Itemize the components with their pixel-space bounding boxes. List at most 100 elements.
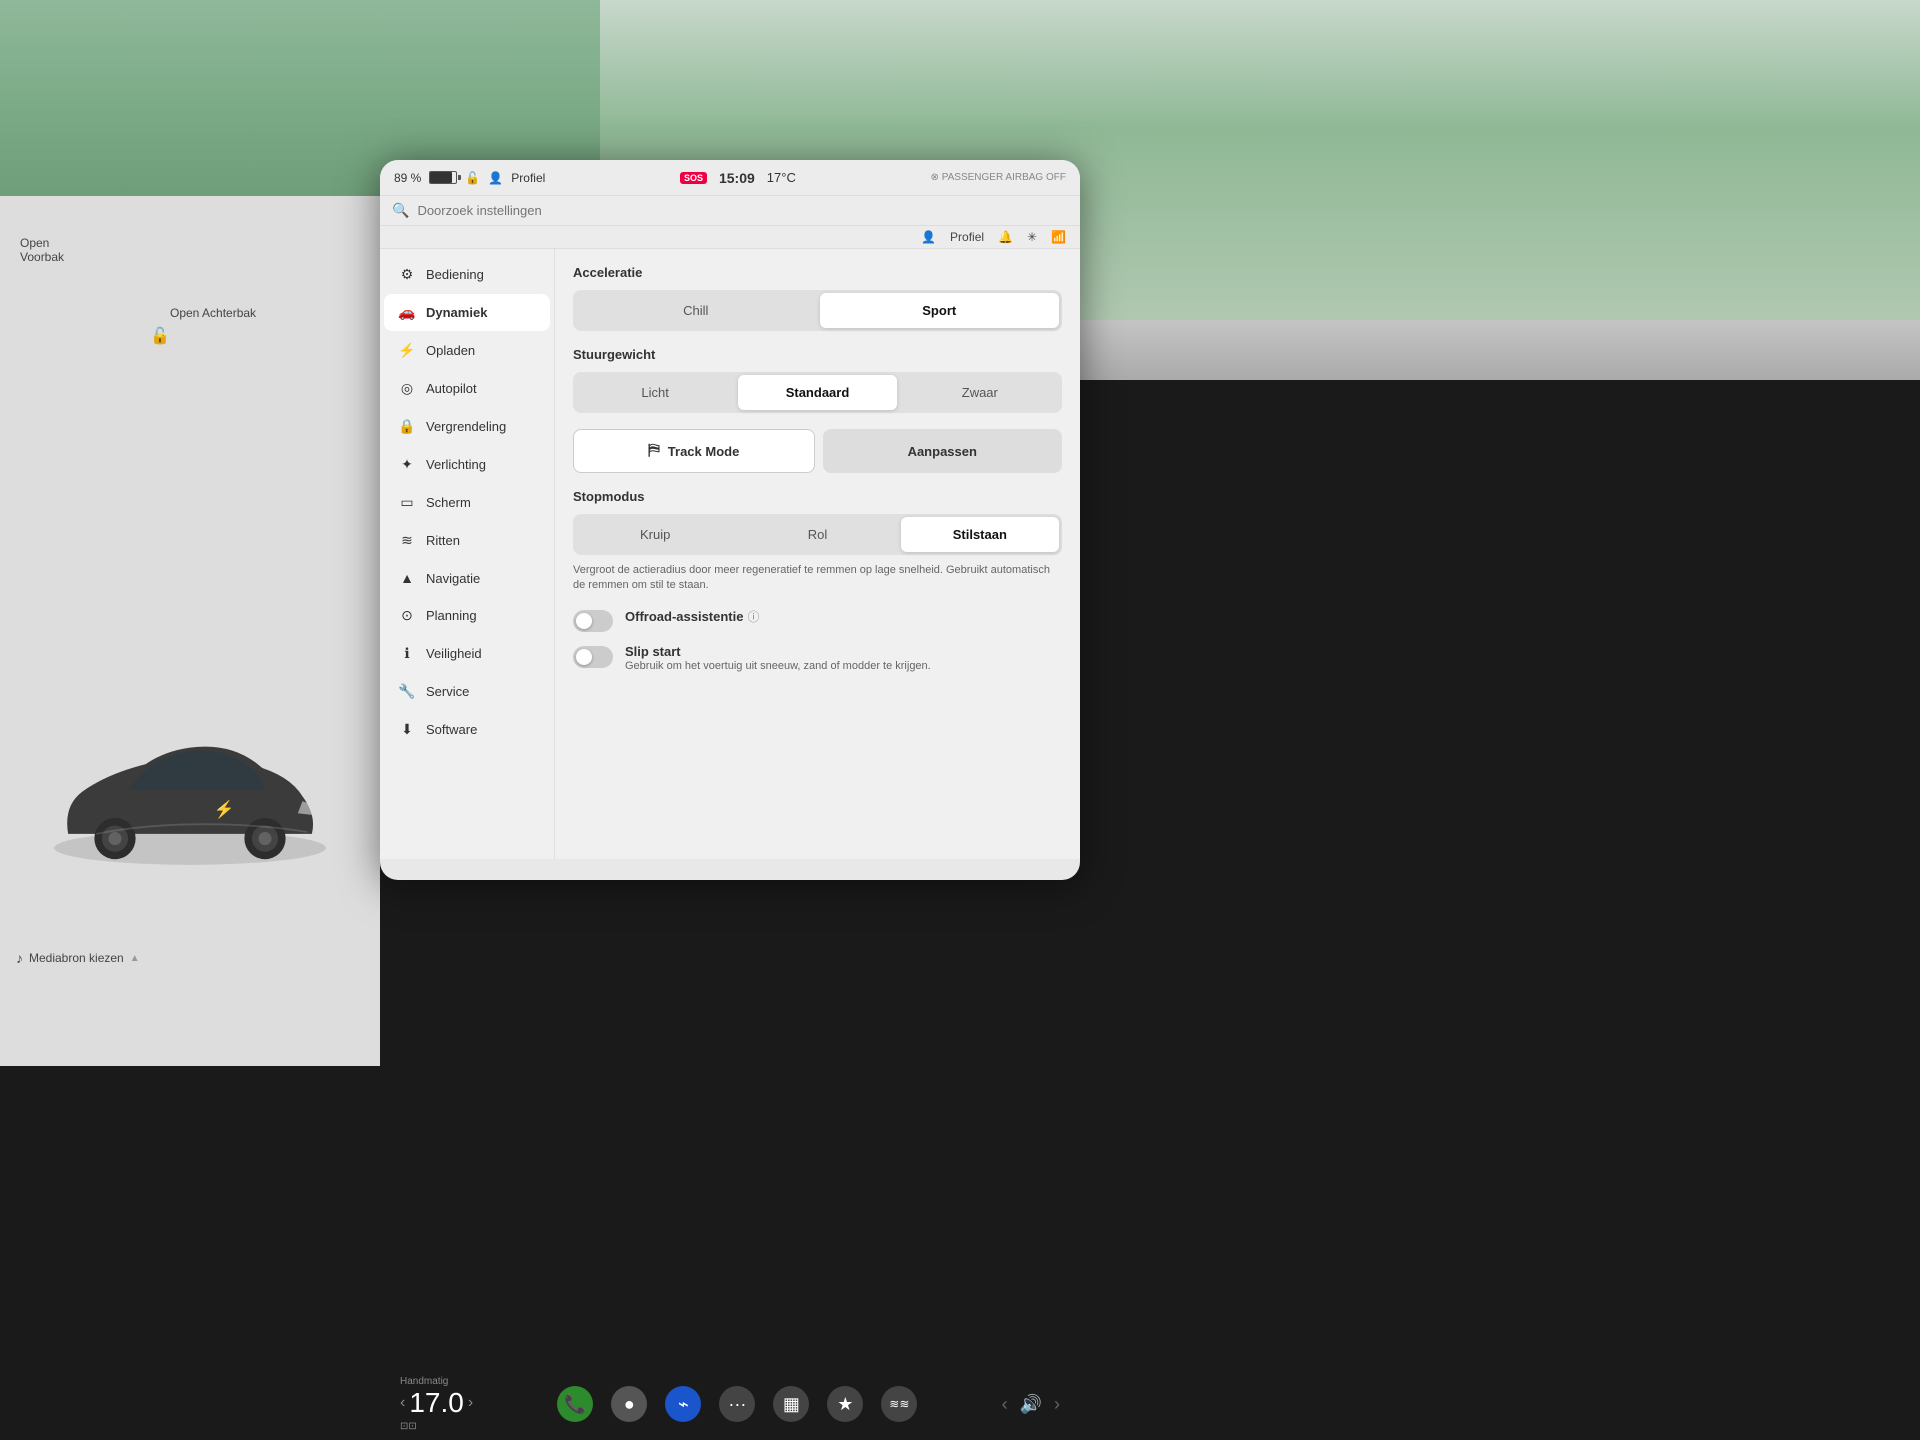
camera-icon[interactable]: ● xyxy=(611,1386,647,1422)
search-input[interactable] xyxy=(417,203,1068,218)
aanpassen-button[interactable]: Aanpassen xyxy=(823,429,1063,473)
status-bar: 89 % 🔓 👤 Profiel SOS 15:09 17°C ⊗ PASSEN… xyxy=(380,160,1080,196)
slip-start-description: Gebruik om het voertuig uit sneeuw, zand… xyxy=(625,659,931,674)
licht-button[interactable]: Licht xyxy=(576,375,734,410)
offroad-toggle[interactable] xyxy=(573,610,613,632)
sidebar: ⚙ Bediening 🚗 Dynamiek ⚡ Opladen ◎ Autop… xyxy=(380,249,555,859)
sidebar-item-ritten[interactable]: ≋ Ritten xyxy=(384,522,550,559)
profile-bar: 👤 Profiel 🔔 ✳ 📶 xyxy=(380,226,1080,249)
star-icon[interactable]: ★ xyxy=(827,1386,863,1422)
taskbar-right: ‹ 🔊 › xyxy=(1002,1394,1060,1415)
battery-fill xyxy=(430,172,451,183)
sidebar-item-vergrendeling[interactable]: 🔒 Vergrendeling xyxy=(384,408,550,445)
sos-badge: SOS xyxy=(680,172,707,184)
offroad-label-row: Offroad-assistentie ⓘ xyxy=(625,608,760,625)
nav-arrow-right[interactable]: › xyxy=(1054,1394,1060,1415)
stopmodus-description: Vergroot de actieradius door meer regene… xyxy=(573,563,1062,594)
signal-icon: 📶 xyxy=(1051,230,1066,244)
car-panel: Open Voorbak Open Achterbak 🔓 ⚡ xyxy=(0,196,380,1066)
volume-icon[interactable]: 🔊 xyxy=(1020,1394,1042,1415)
taskbar-left: Handmatig ‹ 17.0 › ⊡⊡ xyxy=(400,1376,473,1432)
phone-icon[interactable]: 📞 xyxy=(557,1386,593,1422)
sidebar-item-software[interactable]: ⬇ Software xyxy=(384,711,550,748)
stilstaan-button[interactable]: Stilstaan xyxy=(901,517,1059,552)
scherm-icon: ▭ xyxy=(398,494,416,511)
kruip-button[interactable]: Kruip xyxy=(576,517,734,552)
bediening-icon: ⚙ xyxy=(398,266,416,283)
sidebar-item-opladen[interactable]: ⚡ Opladen xyxy=(384,332,550,369)
nav-arrow-left[interactable]: ‹ xyxy=(1002,1394,1008,1415)
stopmodus-title: Stopmodus xyxy=(573,489,1062,504)
ritten-icon: ≋ xyxy=(398,532,416,549)
zwaar-button[interactable]: Zwaar xyxy=(901,375,1059,410)
dynamiek-icon: 🚗 xyxy=(398,304,416,321)
opladen-icon: ⚡ xyxy=(398,342,416,359)
planning-icon: ⊙ xyxy=(398,607,416,624)
chill-button[interactable]: Chill xyxy=(576,293,816,328)
profile-label-bar[interactable]: Profiel xyxy=(950,230,984,244)
standaard-button[interactable]: Standaard xyxy=(738,375,896,410)
notification-icon[interactable]: 🔔 xyxy=(998,230,1013,244)
verlichting-icon: ✦ xyxy=(398,456,416,473)
slip-start-toggle[interactable] xyxy=(573,646,613,668)
lock-status-icon: 🔓 xyxy=(465,171,480,185)
car-svg: ⚡ xyxy=(40,712,340,881)
car-image: ⚡ xyxy=(0,626,380,966)
ritten-label: Ritten xyxy=(426,533,460,548)
checkered-flag-icon: ⛿ xyxy=(648,442,660,460)
sidebar-item-scherm[interactable]: ▭ Scherm xyxy=(384,484,550,521)
sidebar-item-navigatie[interactable]: ▲ Navigatie xyxy=(384,560,550,596)
sidebar-item-verlichting[interactable]: ✦ Verlichting xyxy=(384,446,550,483)
battery-icon xyxy=(429,171,457,184)
temperature-display: 17°C xyxy=(767,170,796,185)
offroad-info-icon[interactable]: ⓘ xyxy=(747,608,759,625)
media-label[interactable]: ♪ Mediabron kiezen ▲ xyxy=(16,950,140,966)
sidebar-item-service[interactable]: 🔧 Service xyxy=(384,673,550,710)
stuurgewicht-group: Licht Standaard Zwaar xyxy=(573,372,1062,413)
more-icon[interactable]: ··· xyxy=(719,1386,755,1422)
sport-button[interactable]: Sport xyxy=(820,293,1060,328)
stuurgewicht-title: Stuurgewicht xyxy=(573,347,1062,362)
autopilot-label: Autopilot xyxy=(426,381,477,396)
vergrendeling-label: Vergrendeling xyxy=(426,419,506,434)
svg-text:⚡: ⚡ xyxy=(213,799,234,820)
temp-arrow-right[interactable]: › xyxy=(468,1394,473,1412)
sidebar-item-bediening[interactable]: ⚙ Bediening xyxy=(384,256,550,293)
offroad-row: Offroad-assistentie ⓘ xyxy=(573,608,1062,632)
taskbar: Handmatig ‹ 17.0 › ⊡⊡ 📞 ● ⌁ ··· ▦ ★ ≋≋ ‹… xyxy=(380,1368,1080,1440)
tidal-icon[interactable]: ≋≋ xyxy=(881,1386,917,1422)
dynamiek-label: Dynamiek xyxy=(426,305,487,320)
open-achterbak-label[interactable]: Open Achterbak xyxy=(170,306,256,320)
sidebar-item-veiligheid[interactable]: ℹ Veiligheid xyxy=(384,635,550,672)
software-icon: ⬇ xyxy=(398,721,416,738)
sidebar-item-planning[interactable]: ⊙ Planning xyxy=(384,597,550,634)
slip-start-toggle-wrap[interactable] xyxy=(573,646,613,668)
temp-arrow-left[interactable]: ‹ xyxy=(400,1394,405,1412)
bluetooth-icon-bar: ✳ xyxy=(1027,230,1037,244)
service-icon: 🔧 xyxy=(398,683,416,700)
temperature-control: Handmatig ‹ 17.0 › ⊡⊡ xyxy=(400,1376,473,1432)
rol-button[interactable]: Rol xyxy=(738,517,896,552)
track-mode-row: ⛿ Track Mode Aanpassen xyxy=(573,429,1062,473)
offroad-toggle-wrap[interactable] xyxy=(573,610,613,632)
planning-label: Planning xyxy=(426,608,477,623)
offroad-text: Offroad-assistentie ⓘ xyxy=(625,608,760,625)
search-bar[interactable]: 🔍 xyxy=(380,196,1080,226)
scherm-label: Scherm xyxy=(426,495,471,510)
taskbar-center: 📞 ● ⌁ ··· ▦ ★ ≋≋ xyxy=(557,1386,917,1422)
navigatie-label: Navigatie xyxy=(426,571,480,586)
chart-icon[interactable]: ▦ xyxy=(773,1386,809,1422)
acceleratie-group: Chill Sport xyxy=(573,290,1062,331)
battery-percent: 89 % xyxy=(394,171,421,185)
handmatig-label: Handmatig xyxy=(400,1376,473,1387)
bluetooth-icon[interactable]: ⌁ xyxy=(665,1386,701,1422)
open-voorbak-label[interactable]: Open Voorbak xyxy=(20,236,64,264)
profile-icon-bar: 👤 xyxy=(921,230,936,244)
verlichting-label: Verlichting xyxy=(426,457,486,472)
time-display: 15:09 xyxy=(719,170,755,186)
track-mode-button[interactable]: ⛿ Track Mode xyxy=(573,429,815,473)
stopmodus-group: Kruip Rol Stilstaan xyxy=(573,514,1062,555)
sidebar-item-dynamiek[interactable]: 🚗 Dynamiek xyxy=(384,294,550,331)
sidebar-item-autopilot[interactable]: ◎ Autopilot xyxy=(384,370,550,407)
navigatie-icon: ▲ xyxy=(398,570,416,586)
